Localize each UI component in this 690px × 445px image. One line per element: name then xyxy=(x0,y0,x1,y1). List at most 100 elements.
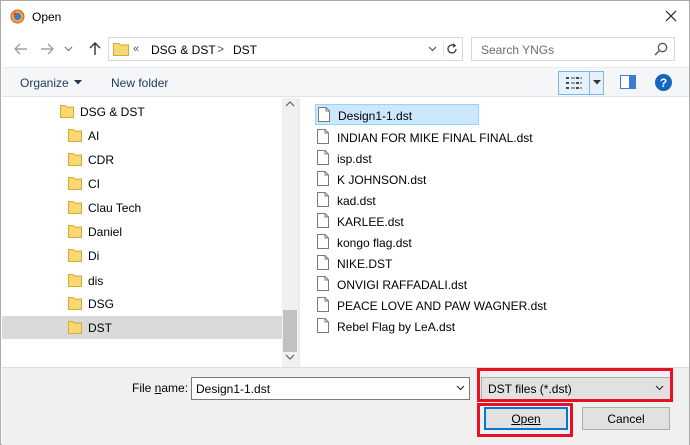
search-icon[interactable] xyxy=(654,42,668,56)
chevron-down-icon[interactable] xyxy=(74,80,82,85)
folder-icon xyxy=(68,153,82,166)
file-icon xyxy=(317,150,329,165)
nav-item-dst[interactable]: DST xyxy=(2,316,282,339)
file-list: Design1-1.dst INDIAN FOR MIKE FINAL FINA… xyxy=(303,98,688,367)
nav-item-daniel[interactable]: Daniel xyxy=(2,220,282,243)
up-button[interactable] xyxy=(85,39,105,59)
details-view-icon xyxy=(566,77,582,89)
nav-item-label: Clau Tech xyxy=(88,201,142,215)
file-type-highlight-box xyxy=(477,368,673,402)
new-folder-button[interactable]: New folder xyxy=(111,76,168,90)
file-name: Rebel Flag by LeA.dst xyxy=(337,320,456,334)
window-title: Open xyxy=(32,10,62,24)
pane-splitter[interactable] xyxy=(298,98,300,367)
file-name: PEACE LOVE AND PAW WAGNER.dst xyxy=(337,299,547,313)
nav-item-dis[interactable]: dis xyxy=(2,269,282,292)
nav-item-label: DST xyxy=(88,321,112,335)
file-icon xyxy=(317,255,329,270)
nav-item-dsg[interactable]: DSG xyxy=(2,292,282,315)
navigation-pane: DSG & DST AI CDR CI Clau Tech Daniel Di … xyxy=(2,98,298,367)
nav-item-dsg-dst[interactable]: DSG & DST xyxy=(2,100,282,123)
address-bar[interactable]: « DSG & DST > DST xyxy=(108,37,463,61)
file-name: KARLEE.dst xyxy=(337,215,404,229)
file-name-label: File name: xyxy=(132,381,188,395)
breadcrumb-separator[interactable]: > xyxy=(217,42,224,56)
title-bar: Open xyxy=(1,1,689,32)
nav-item-label: AI xyxy=(88,129,100,143)
file-icon xyxy=(317,213,329,228)
dialog-footer: File name: Design1-1.dst DST files (*.ds… xyxy=(2,367,689,445)
file-name: INDIAN FOR MIKE FINAL FINAL.dst xyxy=(337,131,533,145)
search-input[interactable]: Search YNGs xyxy=(481,43,554,57)
file-name: K JOHNSON.dst xyxy=(337,173,427,187)
back-button[interactable] xyxy=(11,39,31,59)
nav-item-cdr[interactable]: CDR xyxy=(2,148,282,171)
scroll-down-arrow-icon[interactable] xyxy=(285,354,295,360)
recent-locations-button[interactable] xyxy=(61,39,75,59)
folder-icon xyxy=(68,297,82,310)
file-icon xyxy=(317,171,329,186)
nav-item-ai[interactable]: AI xyxy=(2,124,282,147)
folder-icon xyxy=(68,249,82,262)
file-icon xyxy=(317,297,329,312)
folder-icon xyxy=(68,177,82,190)
app-icon xyxy=(10,9,25,24)
file-name: kad.dst xyxy=(337,194,376,208)
preview-pane-icon[interactable] xyxy=(620,75,636,89)
up-arrow-icon xyxy=(89,42,101,55)
nav-item-label: CI xyxy=(88,177,100,191)
search-box[interactable]: Search YNGs xyxy=(471,37,675,61)
file-name-label-part: ame: xyxy=(161,381,189,395)
chevron-down-icon xyxy=(428,46,436,52)
forward-button[interactable] xyxy=(37,39,57,59)
nav-item-ci[interactable]: CI xyxy=(2,172,282,195)
file-name: ONVIGI RAFFADALI.dst xyxy=(337,278,468,292)
breadcrumb-dst[interactable]: DST xyxy=(233,43,257,57)
command-bar: Organize New folder ? xyxy=(2,67,689,97)
close-icon xyxy=(665,10,677,22)
refresh-button[interactable] xyxy=(443,41,459,57)
file-name-value[interactable]: Design1-1.dst xyxy=(196,382,270,396)
scrollbar-thumb[interactable] xyxy=(283,310,297,352)
cancel-button-label: Cancel xyxy=(607,411,645,426)
file-name: isp.dst xyxy=(337,152,372,166)
open-button-highlight-box xyxy=(477,403,573,437)
forward-arrow-icon xyxy=(41,43,54,55)
file-name-label-part: File xyxy=(132,381,155,395)
file-icon xyxy=(317,129,329,144)
view-button-divider xyxy=(589,72,590,94)
address-dropdown-button[interactable] xyxy=(425,42,439,56)
nav-item-label: DSG & DST xyxy=(80,105,145,119)
nav-item-label: Di xyxy=(88,249,100,263)
cancel-button[interactable]: Cancel xyxy=(582,407,670,430)
nav-item-label: dis xyxy=(88,274,104,288)
chevron-down-icon[interactable] xyxy=(593,80,601,85)
nav-item-di[interactable]: Di xyxy=(2,244,282,267)
chevron-down-icon[interactable] xyxy=(456,385,465,391)
open-file-dialog: Open « DSG & DST > DST Search YNGs Organ… xyxy=(0,0,690,445)
file-name: kongo flag.dst xyxy=(337,236,412,250)
file-name: NIKE.DST xyxy=(337,257,393,271)
nav-item-label: DSG xyxy=(88,297,115,311)
file-icon xyxy=(317,192,329,207)
refresh-icon xyxy=(446,43,457,54)
file-name-field[interactable]: Design1-1.dst xyxy=(191,377,470,400)
folder-icon xyxy=(68,201,82,214)
file-icon xyxy=(317,234,329,249)
nav-item-clau-tech[interactable]: Clau Tech xyxy=(2,196,282,219)
help-icon[interactable]: ? xyxy=(655,74,672,91)
file-icon xyxy=(317,276,329,291)
nav-scrollbar[interactable] xyxy=(282,98,298,367)
scroll-up-arrow-icon[interactable] xyxy=(285,101,295,107)
organize-button[interactable]: Organize xyxy=(20,76,69,90)
nav-item-label: Daniel xyxy=(88,225,123,239)
file-icon xyxy=(317,318,329,333)
change-view-button[interactable] xyxy=(558,71,604,95)
folder-icon xyxy=(68,274,82,287)
breadcrumb-dsg-dst[interactable]: DSG & DST xyxy=(151,43,216,57)
file-item-design1-1[interactable]: Design1-1.dst xyxy=(315,104,479,125)
close-button[interactable] xyxy=(659,5,683,27)
nav-item-label: CDR xyxy=(88,153,114,167)
address-overflow[interactable]: « xyxy=(133,43,139,55)
folder-icon xyxy=(60,105,74,118)
